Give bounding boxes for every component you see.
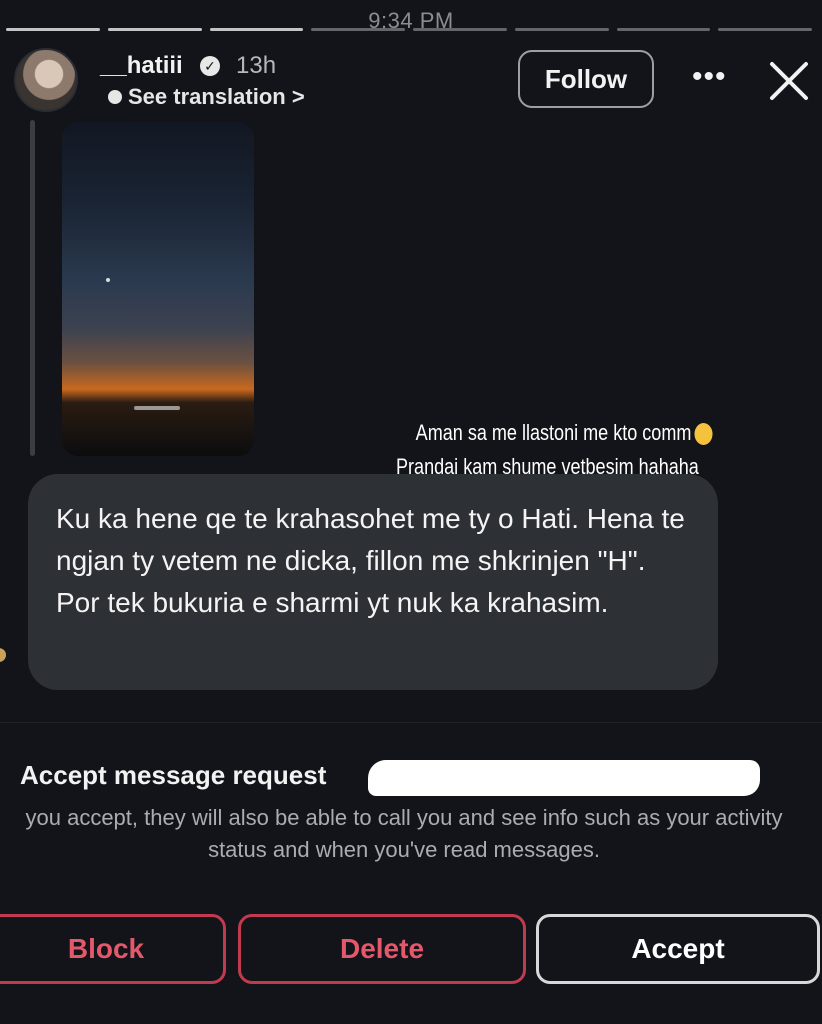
- divider: [0, 722, 822, 723]
- story-progress-bar: [6, 28, 812, 31]
- translate-icon: [108, 90, 122, 104]
- story-preview-thumbnail[interactable]: [62, 122, 254, 456]
- progress-segment: [6, 28, 100, 31]
- moon-dot: [106, 278, 110, 282]
- follow-button[interactable]: Follow: [518, 50, 654, 108]
- avatar[interactable]: [14, 48, 78, 112]
- redaction-scribble: [368, 760, 760, 796]
- rofl-emoji-icon: [694, 423, 713, 446]
- block-button[interactable]: Block: [0, 914, 226, 984]
- more-horizontal-icon[interactable]: •••: [692, 62, 727, 92]
- time-ago: 13h: [236, 52, 277, 79]
- message-bubble[interactable]: Ku ka hene qe te krahasohet me ty o Hati…: [28, 474, 718, 690]
- accept-button[interactable]: Accept: [536, 914, 820, 984]
- verified-badge-icon: ✓: [200, 56, 220, 76]
- story-caption-mini: [134, 406, 180, 410]
- progress-segment: [311, 28, 405, 31]
- message-request-screen: 9:34 PM __hatiii ✓ 13h See translation >…: [0, 0, 822, 1024]
- delete-button[interactable]: Delete: [238, 914, 526, 984]
- username[interactable]: __hatiii: [100, 52, 183, 80]
- sender-avatar: [0, 648, 6, 662]
- progress-segment: [107, 28, 202, 31]
- request-title: Accept message request: [20, 760, 327, 790]
- see-translation-label: See translation >: [128, 84, 305, 109]
- progress-segment: [718, 28, 812, 31]
- close-icon[interactable]: [766, 58, 812, 104]
- progress-segment: [616, 28, 711, 31]
- progress-segment: [413, 28, 507, 31]
- progress-segment: [514, 28, 609, 31]
- reply-thread-line: [30, 120, 35, 456]
- see-translation-link[interactable]: See translation >: [108, 84, 305, 110]
- progress-segment: [209, 28, 304, 31]
- request-description: you accept, they will also be able to ca…: [25, 805, 783, 862]
- story-overlay-line1: Aman sa me llastoni me kto comm: [415, 420, 692, 445]
